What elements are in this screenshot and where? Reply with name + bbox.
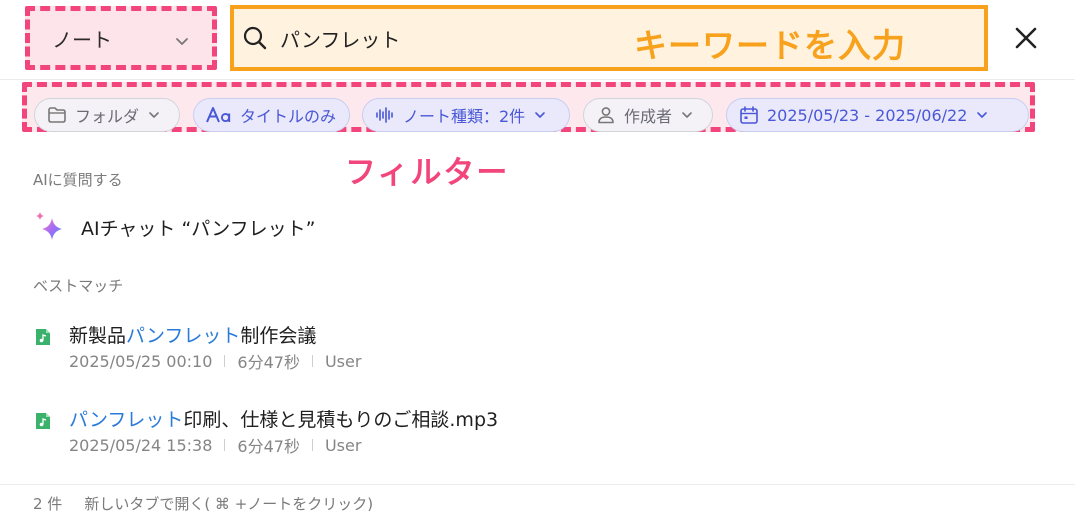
text-icon bbox=[206, 107, 231, 123]
filter-annotation: フィルター bbox=[345, 155, 510, 191]
ask-ai-section-title: AIに質問する bbox=[33, 171, 123, 189]
chevron-down-icon bbox=[176, 38, 188, 45]
sparkle-icon bbox=[36, 212, 62, 240]
results-footer: 2 件 新しいタブで開く( ⌘ +ノートをクリック) bbox=[0, 484, 1075, 521]
result-title: 新製品パンフレット制作会議 bbox=[69, 325, 317, 347]
result-meta: 2025/05/25 00:10 6分47秒 User bbox=[69, 349, 361, 373]
result-date: 2025/05/25 00:10 bbox=[69, 351, 213, 371]
filter-title-only[interactable]: タイトルのみ bbox=[193, 98, 350, 132]
waveform-icon bbox=[376, 107, 393, 123]
calendar-icon bbox=[740, 106, 758, 124]
filter-date-range[interactable]: 2025/05/23 - 2025/06/22 bbox=[726, 98, 1029, 132]
result-title: パンフレット印刷、仕様と見積もりのご相談.mp3 bbox=[69, 409, 499, 431]
result-date: 2025/05/24 15:38 bbox=[69, 435, 213, 455]
filter-note-type-label: ノート種類：2件 bbox=[403, 107, 526, 126]
meta-divider bbox=[311, 355, 313, 367]
scope-dropdown[interactable]: ノート bbox=[25, 6, 217, 70]
filter-author[interactable]: 作成者 bbox=[583, 98, 713, 132]
result-item[interactable]: パンフレット印刷、仕様と見積もりのご相談.mp3 2025/05/24 15:3… bbox=[33, 405, 733, 461]
audio-file-icon bbox=[36, 329, 50, 345]
filter-folder[interactable]: フォルダ bbox=[34, 98, 180, 132]
keyword-annotation: キーワードを入力 bbox=[634, 26, 906, 65]
result-author: User bbox=[324, 435, 362, 455]
result-duration: 6分47秒 bbox=[237, 353, 300, 372]
close-icon[interactable] bbox=[1012, 24, 1040, 52]
result-meta: 2025/05/24 15:38 6分47秒 User bbox=[69, 433, 361, 457]
search-query: パンフレット bbox=[280, 27, 401, 52]
chevron-down-icon bbox=[977, 112, 988, 118]
chevron-down-icon bbox=[535, 112, 545, 118]
result-author: User bbox=[324, 351, 362, 371]
filter-author-label: 作成者 bbox=[624, 107, 673, 126]
audio-file-icon bbox=[36, 413, 50, 429]
open-new-tab-hint: 新しいタブで開く( ⌘ +ノートをクリック) bbox=[84, 494, 374, 513]
result-count: 2 件 bbox=[33, 494, 63, 513]
filter-title-only-label: タイトルのみ bbox=[240, 107, 337, 126]
search-icon bbox=[243, 26, 267, 50]
meta-divider bbox=[311, 439, 313, 451]
filter-folder-label: フォルダ bbox=[75, 107, 140, 126]
person-icon bbox=[598, 107, 614, 124]
ai-chat-item[interactable]: AIチャット “パンフレット” bbox=[33, 210, 316, 244]
result-duration: 6分47秒 bbox=[237, 437, 300, 456]
search-input[interactable]: パンフレット キーワードを入力 bbox=[230, 5, 988, 71]
chevron-down-icon bbox=[149, 112, 159, 118]
filter-date-range-label: 2025/05/23 - 2025/06/22 bbox=[767, 105, 968, 125]
chevron-down-icon bbox=[682, 112, 692, 118]
best-match-section-title: ベストマッチ bbox=[33, 277, 124, 295]
search-header: ノート パンフレット キーワードを入力 bbox=[0, 0, 1075, 80]
meta-divider bbox=[224, 439, 226, 451]
filter-bar: フォルダ タイトルのみ ノート種類：2件 作成者 2025/05/23 - 20… bbox=[22, 82, 1035, 132]
filter-note-type[interactable]: ノート種類：2件 bbox=[362, 98, 570, 132]
scope-dropdown-label: ノート bbox=[52, 27, 112, 52]
folder-icon bbox=[48, 107, 66, 123]
ai-chat-label: AIチャット “パンフレット” bbox=[81, 217, 316, 240]
meta-divider bbox=[224, 355, 226, 367]
result-item[interactable]: 新製品パンフレット制作会議 2025/05/25 00:10 6分47秒 Use… bbox=[33, 321, 733, 377]
